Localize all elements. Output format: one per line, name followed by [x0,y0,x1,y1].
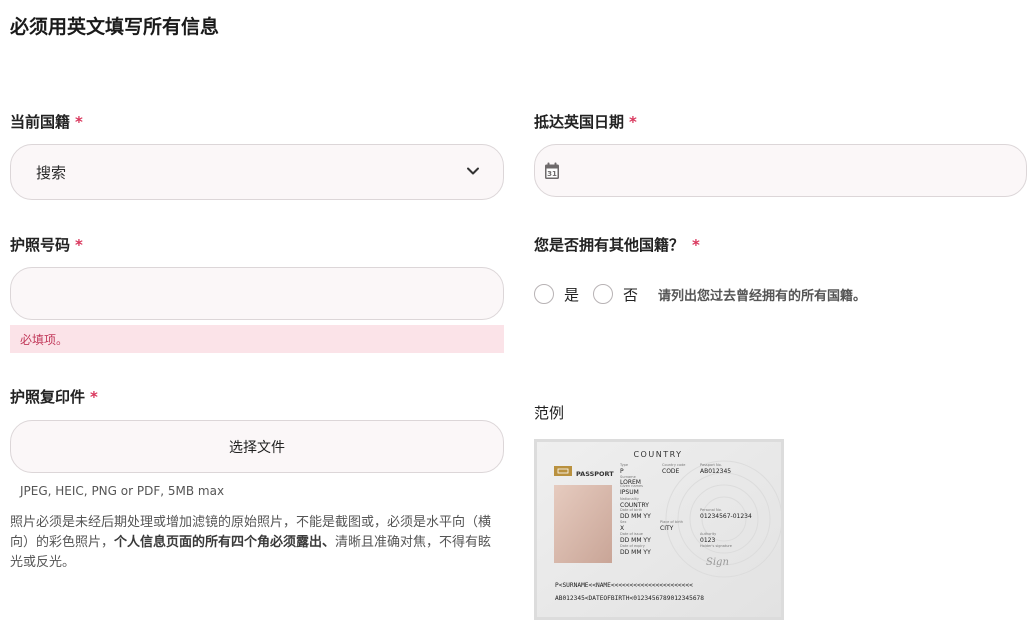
passport-number-error: 必填项。 [10,325,504,353]
passport-example-image: COUNTRY PASSPORT Type Country code Passp… [534,439,784,620]
authority-value: 0123 [700,537,715,544]
passport-photo [554,485,612,563]
page-title: 必须用英文填写所有信息 [10,16,220,38]
sex-value: X [620,525,624,532]
number-value: AB012345 [700,468,731,475]
radio-option-no[interactable]: 否 [593,284,638,305]
passport-number-input[interactable] [10,267,504,320]
code-label: Country code [662,463,685,467]
arrival-date-input[interactable]: 31 [534,144,1027,197]
calendar-icon[interactable]: 31 [544,162,560,180]
passport-number-label-text: 护照号码 [10,236,71,254]
number-label: Passport No. [700,463,722,467]
radio-button-no[interactable] [593,284,614,304]
nationality-field-label: Nationality [620,497,639,501]
passport-title: PASSPORT [576,470,614,478]
photo-requirements-note: 照片必须是未经后期处理或增加滤镜的原始照片，不能是截图或，必须是水平向（横向）的… [10,513,504,573]
type-value: P [620,468,624,475]
chip-icon [554,466,572,476]
passport-mrz-line1: P<SURNAME<<NAME<<<<<<<<<<<<<<<<<<<<<< [555,582,693,589]
other-nationality-hint: 请列出您过去曾经拥有的所有国籍。 [658,288,867,304]
passport-copy-label-text: 护照复印件 [10,388,86,406]
required-mark: * [692,236,700,254]
required-mark: * [90,388,98,406]
authority-label: Authority [700,532,716,536]
nationality-select[interactable]: 搜索 [10,144,504,200]
chevron-down-icon [467,167,479,175]
expiry-label: Date of expiry [620,544,645,548]
signature-label: Holder's signature [700,544,732,548]
issue-label: Date of issue [620,532,643,536]
file-format-hint: JPEG, HEIC, PNG or PDF, 5MB max [20,484,225,498]
choose-file-button[interactable]: 选择文件 [10,420,504,473]
expiry-value: DD MM YY [620,549,651,556]
radio-label-yes[interactable]: 是 [564,284,579,305]
given-value: IPSUM [620,489,639,496]
dob-value: DD MM YY [620,513,651,520]
radio-option-yes[interactable]: 是 [534,284,579,305]
required-mark: * [629,113,637,131]
sex-label: Sex [620,520,626,524]
photo-note-bold: 个人信息页面的所有四个角必须露出、 [114,535,336,550]
passport-country-heading: COUNTRY [633,450,682,459]
radio-button-yes[interactable] [534,284,554,304]
arrival-date-label: 抵达英国日期 * [534,111,637,132]
code-value: CODE [662,468,680,475]
arrival-date-label-text: 抵达英国日期 [534,113,625,131]
issue-value: DD MM YY [620,537,651,544]
nationality-label-text: 当前国籍 [10,113,71,131]
passport-copy-label: 护照复印件 * [10,386,98,407]
radio-label-no[interactable]: 否 [623,284,638,305]
nationality-value: COUNTRY [620,502,649,509]
other-nationality-label: 您是否拥有其他国籍？ * [534,234,700,255]
type-label: Type [619,463,628,467]
nationality-select-value: 搜索 [36,164,67,182]
pob-value: CITY [660,525,674,532]
nationality-label: 当前国籍 * [10,111,83,132]
other-nationality-label-text: 您是否拥有其他国籍？ [534,236,685,254]
pob-label: Place of birth [660,520,683,524]
personal-label: Personal No. [700,508,722,512]
calendar-day: 31 [547,170,557,178]
other-nationality-radio-group: 是 否 请列出您过去曾经拥有的所有国籍。 [534,283,866,305]
passport-mrz-line2: AB012345<DATEOFBIRTH<0123456789012345678 [555,595,704,602]
personal-value: 01234567-01234 [700,513,752,520]
passport-number-label: 护照号码 * [10,234,83,255]
surname-value: LOREM [620,479,641,486]
example-label: 范例 [534,404,565,422]
signature-value: Sign [706,557,729,568]
required-mark: * [75,113,83,131]
required-mark: * [75,236,83,254]
